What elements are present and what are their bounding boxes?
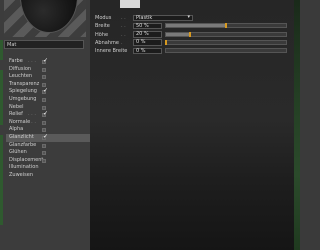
checkmark-icon: ✓ (43, 87, 49, 95)
dots: . . . (28, 118, 36, 125)
channel-item[interactable]: Glühen (6, 149, 90, 157)
modus-label: Modus (95, 15, 112, 21)
channel-item[interactable]: Spiegelung. . . ✓ (6, 87, 90, 96)
channel-list: Farbe. . . ✓ Diffusion Leuchten Transparenz S… (6, 57, 90, 180)
channel-label: Zuweisen (9, 171, 33, 178)
channel-checkbox[interactable] (42, 158, 46, 163)
channel-label: Illumination (9, 164, 39, 171)
hoehe-row: Höhe . . 20 % (95, 31, 295, 39)
abnahme-row: Abnahme . 0 % (95, 39, 295, 47)
channel-checkbox[interactable] (42, 151, 46, 156)
modus-row: Modus . . Plastik ▾ (95, 14, 295, 22)
channel-item[interactable]: Displacement (6, 157, 90, 165)
breite-slider[interactable] (165, 23, 287, 29)
channel-label: Glanzlicht (9, 133, 34, 140)
channel-item[interactable]: Glanzlicht ✓ (6, 132, 90, 142)
channel-label: Alpha (9, 126, 24, 133)
channel-checkbox[interactable] (42, 82, 46, 87)
green-edge (0, 70, 3, 125)
dots: . (121, 39, 123, 46)
abnahme-slider[interactable] (165, 39, 287, 45)
properties: Modus . . Plastik ▾ Breite . . 50 % Höhe… (95, 14, 295, 55)
channel-checkbox[interactable] (42, 143, 46, 148)
material-panel: Mat Farbe . . . ✓ Diffusion Leuchten Transpar… (0, 0, 90, 250)
innere-breite-row: Innere Breite 0 % (95, 47, 295, 55)
channel-label: Glanzfarbe (9, 141, 37, 148)
channel-label: Farbe (9, 58, 23, 64)
innere-breite-slider[interactable] (165, 48, 287, 54)
dots: . . . (28, 88, 36, 95)
channel-item[interactable]: Leuchten (6, 73, 90, 81)
channel-item[interactable]: Diffusion (6, 66, 90, 74)
green-edge (0, 135, 3, 225)
innere-breite-label: Innere Breite (95, 48, 128, 55)
breite-label: Breite (95, 23, 110, 30)
preview-tab (120, 0, 140, 8)
channel-label: Leuchten (9, 73, 33, 80)
slider-fill (166, 23, 227, 29)
dots: . . (121, 15, 126, 21)
channel-checkbox[interactable] (42, 97, 46, 102)
channel-checkbox[interactable] (42, 105, 46, 110)
innere-breite-field[interactable]: 0 % (133, 47, 162, 55)
channel-label: Transparenz (9, 80, 40, 87)
material-name-field[interactable]: Mat (4, 40, 84, 49)
abnahme-label: Abnahme (95, 39, 119, 46)
dots: . . . (28, 58, 36, 64)
abnahme-field[interactable]: 0 % (133, 39, 162, 46)
hoehe-slider[interactable] (165, 31, 287, 37)
checkmark-icon: ✓ (43, 132, 49, 140)
channel-item[interactable]: Normale. . . (6, 119, 90, 127)
channel-label: Normale (9, 118, 31, 125)
breite-row: Breite . . 50 % (95, 22, 295, 30)
dots: . . . (28, 111, 36, 118)
green-edge (0, 40, 3, 60)
channel-item[interactable]: Zuweisen (6, 172, 90, 180)
dropdown-caret-icon: ▾ (187, 13, 190, 20)
dots: . . (121, 23, 126, 30)
channel-item[interactable]: Glanzfarbe (6, 142, 90, 150)
modus-select[interactable]: Plastik ▾ (133, 13, 193, 21)
channel-label: Nebel (9, 103, 24, 110)
channel-checkbox[interactable] (42, 67, 46, 72)
material-preview[interactable] (4, 0, 86, 37)
channel-label: Displacement (9, 156, 44, 163)
dots: . . (121, 31, 126, 38)
checkmark-icon: ✓ (43, 110, 49, 118)
channel-item[interactable]: Farbe . . . ✓ (6, 57, 90, 66)
channel-item[interactable]: Relief . . . ✓ (6, 110, 90, 119)
hoehe-field[interactable]: 20 % (133, 31, 162, 38)
checkmark-icon: ✓ (43, 57, 49, 64)
modus-value: Plastik (136, 14, 153, 21)
channel-label: Relief (9, 111, 23, 118)
channel-checkbox[interactable] (42, 128, 46, 133)
breite-field[interactable]: 50 % (133, 22, 162, 30)
slider-fill (166, 31, 191, 37)
channel-item[interactable]: Umgebung (6, 96, 90, 104)
hoehe-label: Höhe (95, 31, 109, 38)
channel-label: Diffusion (9, 65, 32, 72)
channel-label: Umgebung (9, 95, 37, 102)
channel-item[interactable]: Illumination (6, 164, 90, 172)
channel-label: Glühen (9, 149, 27, 156)
preview-sphere (21, 0, 77, 32)
channel-checkbox[interactable] (42, 120, 46, 125)
channel-checkbox[interactable] (42, 75, 46, 80)
